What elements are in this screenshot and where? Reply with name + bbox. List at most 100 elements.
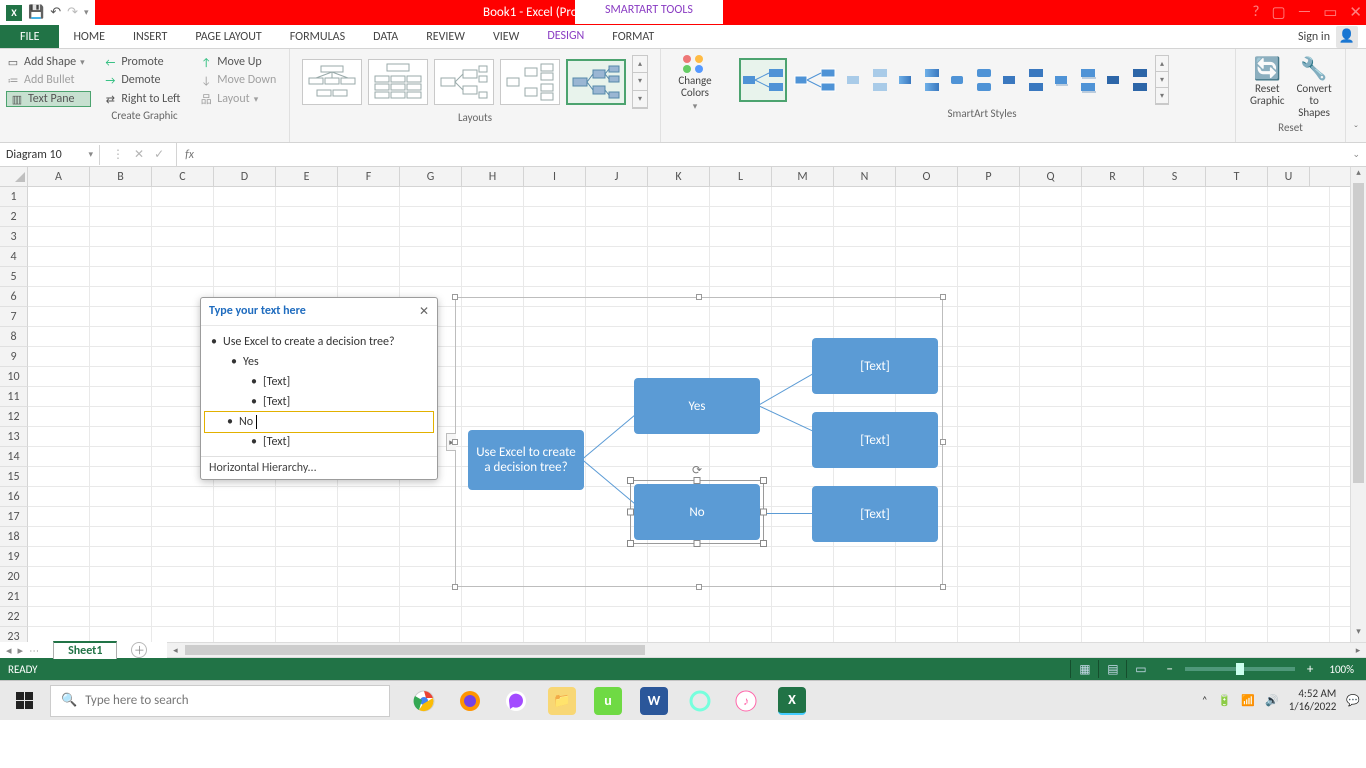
col-header[interactable]: M xyxy=(772,167,834,186)
taskbar-excel-icon[interactable]: X xyxy=(778,687,806,715)
row-header[interactable]: 12 xyxy=(0,407,28,427)
zoom-in-button[interactable]: + xyxy=(1303,662,1317,677)
row-header[interactable]: 8 xyxy=(0,327,28,347)
row-header[interactable]: 10 xyxy=(0,367,28,387)
text-pane-list[interactable]: Use Excel to create a decision tree?Yes[… xyxy=(201,326,437,456)
layout-thumb-5-selected[interactable] xyxy=(566,59,626,105)
style-thumb-7[interactable] xyxy=(1051,58,1099,102)
tab-data[interactable]: DATA xyxy=(359,25,412,48)
rotate-handle-icon[interactable]: ⟳ xyxy=(692,463,702,478)
maximize-icon[interactable]: ▭ xyxy=(1323,3,1337,22)
text-pane-item[interactable]: Yes xyxy=(209,352,429,372)
formula-enter-icon[interactable]: ✓ xyxy=(154,147,164,162)
move-up-button[interactable]: ↑Move Up xyxy=(199,55,283,69)
col-header[interactable]: G xyxy=(400,167,462,186)
zoom-percent[interactable]: 100% xyxy=(1325,663,1358,676)
reset-graphic-button[interactable]: 🔄Reset Graphic xyxy=(1250,55,1285,119)
tab-view[interactable]: VIEW xyxy=(479,25,533,48)
text-pane-button[interactable]: ▥Text Pane xyxy=(6,91,91,107)
col-header[interactable]: P xyxy=(958,167,1020,186)
text-pane-item[interactable]: Use Excel to create a decision tree? xyxy=(209,332,429,352)
tab-format[interactable]: FORMAT xyxy=(598,25,668,48)
collapse-ribbon-icon[interactable]: ˇ xyxy=(1346,49,1366,142)
tray-chevron-icon[interactable]: ˄ xyxy=(1202,694,1208,707)
sa-text-node[interactable]: [Text] xyxy=(812,338,938,394)
right-to-left-button[interactable]: ⇄Right to Left xyxy=(103,91,187,107)
sheet-nav-prev-icon[interactable]: ▸ xyxy=(18,644,24,657)
col-header[interactable]: S xyxy=(1144,167,1206,186)
customize-qat-icon[interactable]: ▾ xyxy=(84,7,89,18)
text-pane-item[interactable]: No xyxy=(205,412,433,432)
sa-yes-node[interactable]: Yes xyxy=(634,378,760,434)
taskbar-itunes-icon[interactable]: ♪ xyxy=(732,687,760,715)
col-header[interactable]: R xyxy=(1082,167,1144,186)
tab-page-layout[interactable]: PAGE LAYOUT xyxy=(181,25,275,48)
row-header[interactable]: 20 xyxy=(0,567,28,587)
row-header[interactable]: 6 xyxy=(0,287,28,307)
tab-design[interactable]: DESIGN xyxy=(533,25,598,48)
row-header[interactable]: 21 xyxy=(0,587,28,607)
zoom-out-button[interactable]: − xyxy=(1162,662,1176,677)
row-header[interactable]: 15 xyxy=(0,467,28,487)
name-box-dropdown-icon[interactable]: ▾ xyxy=(88,149,93,160)
row-header[interactable]: 13 xyxy=(0,427,28,447)
col-header[interactable]: H xyxy=(462,167,524,186)
layouts-scroll[interactable]: ▴▾▾ xyxy=(632,55,648,109)
sa-text-node[interactable]: [Text] xyxy=(812,486,938,542)
taskbar-firefox-icon[interactable] xyxy=(456,687,484,715)
row-header[interactable]: 1 xyxy=(0,187,28,207)
smartart-frame[interactable]: ▸ Use Excel to create a decision tree? Y… xyxy=(455,297,943,587)
vertical-scrollbar[interactable]: ▴▾ xyxy=(1350,167,1366,642)
tray-clock[interactable]: 4:52 AM1/16/2022 xyxy=(1289,688,1337,712)
ribbon-display-icon[interactable]: ▢ xyxy=(1271,3,1285,22)
sign-in[interactable]: Sign in 👤 xyxy=(1290,25,1366,48)
sa-root-node[interactable]: Use Excel to create a decision tree? xyxy=(468,430,584,490)
style-thumb-3[interactable] xyxy=(843,58,891,102)
taskbar-word-icon[interactable]: W xyxy=(640,687,668,715)
help-icon[interactable]: ? xyxy=(1253,3,1260,22)
text-pane[interactable]: Type your text here ✕ Use Excel to creat… xyxy=(200,297,438,480)
zoom-slider[interactable] xyxy=(1185,667,1295,671)
redo-icon[interactable]: ↷ xyxy=(67,5,78,20)
style-thumb-6[interactable] xyxy=(999,58,1047,102)
col-header[interactable]: N xyxy=(834,167,896,186)
row-header[interactable]: 5 xyxy=(0,267,28,287)
tray-notifications-icon[interactable]: 💬 xyxy=(1346,694,1360,707)
name-box[interactable]: Diagram 10 ▾ xyxy=(0,145,100,165)
formula-cancel-icon[interactable]: ✕ xyxy=(134,147,144,162)
col-header[interactable]: J xyxy=(586,167,648,186)
style-thumb-5[interactable] xyxy=(947,58,995,102)
view-page-break-icon[interactable]: ▭ xyxy=(1126,660,1154,678)
taskbar-chrome-icon[interactable] xyxy=(410,687,438,715)
start-button[interactable] xyxy=(0,681,48,721)
tray-battery-icon[interactable]: 🔋 xyxy=(1218,694,1232,707)
sa-text-node[interactable]: [Text] xyxy=(812,412,938,468)
tab-home[interactable]: HOME xyxy=(59,25,119,48)
col-header[interactable]: C xyxy=(152,167,214,186)
layout-thumb-2[interactable] xyxy=(368,59,428,105)
row-header[interactable]: 4 xyxy=(0,247,28,267)
col-header[interactable]: K xyxy=(648,167,710,186)
style-thumb-1-selected[interactable] xyxy=(739,58,787,102)
minimize-icon[interactable]: — xyxy=(1298,3,1312,22)
taskbar-circle-icon[interactable] xyxy=(686,687,714,715)
view-normal-icon[interactable]: ▦ xyxy=(1070,660,1098,678)
undo-icon[interactable]: ↶ xyxy=(50,5,61,20)
sa-no-node[interactable]: No xyxy=(634,484,760,540)
col-header[interactable]: B xyxy=(90,167,152,186)
style-thumb-4[interactable] xyxy=(895,58,943,102)
col-header[interactable]: O xyxy=(896,167,958,186)
col-header[interactable]: T xyxy=(1206,167,1268,186)
row-header[interactable]: 3 xyxy=(0,227,28,247)
col-header[interactable]: I xyxy=(524,167,586,186)
row-header[interactable]: 2 xyxy=(0,207,28,227)
row-header[interactable]: 11 xyxy=(0,387,28,407)
row-header[interactable]: 17 xyxy=(0,507,28,527)
file-tab[interactable]: FILE xyxy=(0,25,59,48)
tab-formulas[interactable]: FORMULAS xyxy=(276,25,359,48)
text-pane-item[interactable]: [Text] xyxy=(209,372,429,392)
sa-selection-box[interactable]: ⟳ No xyxy=(630,480,764,544)
layout-thumb-3[interactable] xyxy=(434,59,494,105)
tray-volume-icon[interactable]: 🔊 xyxy=(1265,694,1279,707)
row-header[interactable]: 7 xyxy=(0,307,28,327)
